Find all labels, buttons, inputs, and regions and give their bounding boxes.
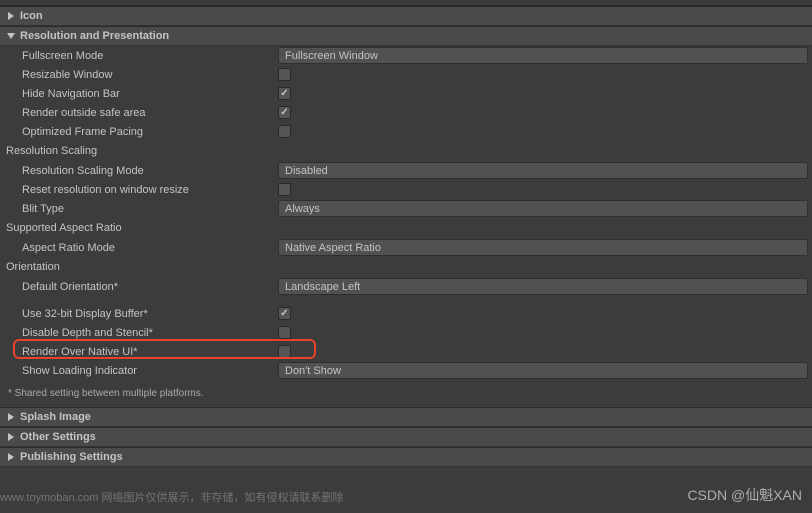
collapse-arrow-icon (6, 11, 16, 21)
section-title: Other Settings (20, 431, 96, 443)
row-disable-depth: Disable Depth and Stencil* (0, 323, 812, 342)
field-label: Resizable Window (22, 69, 278, 81)
row-aspect-ratio-mode: Aspect Ratio Mode Native Aspect Ratio (0, 238, 812, 257)
row-res-scaling-mode: Resolution Scaling Mode Disabled (0, 161, 812, 180)
shared-footnote: * Shared setting between multiple platfo… (0, 380, 812, 407)
row-blit-type: Blit Type Always (0, 199, 812, 218)
field-label: Reset resolution on window resize (22, 184, 278, 196)
row-render-over-native: Render Over Native UI* (0, 342, 812, 361)
hide-nav-bar-checkbox[interactable] (278, 87, 291, 100)
field-label: Hide Navigation Bar (22, 88, 278, 100)
field-label: Blit Type (22, 203, 278, 215)
reset-res-checkbox[interactable] (278, 183, 291, 196)
row-fullscreen-mode: Fullscreen Mode Fullscreen Window (0, 46, 812, 65)
watermark-toymoban: www.toymoban.com 网络图片仅供展示，非存储，如有侵权请联系删除 (0, 489, 343, 505)
blit-type-dropdown[interactable]: Always (278, 200, 808, 217)
disable-depth-checkbox[interactable] (278, 326, 291, 339)
subheader-orientation: Orientation (0, 257, 812, 277)
section-publishing[interactable]: Publishing Settings (0, 447, 812, 467)
field-label: Disable Depth and Stencil* (22, 327, 278, 339)
watermark-csdn: CSDN @仙魁XAN (687, 485, 802, 505)
field-label: Default Orientation* (22, 281, 278, 293)
section-title: Icon (20, 10, 43, 22)
orientation-dropdown[interactable]: Landscape Left (278, 278, 808, 295)
field-label: Render Over Native UI* (22, 346, 278, 358)
subheader-res-scaling: Resolution Scaling (0, 141, 812, 161)
resizable-window-checkbox[interactable] (278, 68, 291, 81)
row-reset-res: Reset resolution on window resize (0, 180, 812, 199)
field-label: Use 32-bit Display Buffer* (22, 308, 278, 320)
field-label: Aspect Ratio Mode (22, 242, 278, 254)
section-title: Resolution and Presentation (20, 30, 169, 42)
aspect-ratio-dropdown[interactable]: Native Aspect Ratio (278, 239, 808, 256)
collapse-arrow-icon (6, 412, 16, 422)
row-optimized-frame: Optimized Frame Pacing (0, 122, 812, 141)
expand-arrow-icon (6, 31, 16, 41)
field-label: Render outside safe area (22, 107, 278, 119)
use-32bit-checkbox[interactable] (278, 307, 291, 320)
fullscreen-mode-dropdown[interactable]: Fullscreen Window (278, 47, 808, 64)
section-icon[interactable]: Icon (0, 6, 812, 26)
row-show-loading: Show Loading Indicator Don't Show (0, 361, 812, 380)
field-label: Show Loading Indicator (22, 365, 278, 377)
row-hide-nav-bar: Hide Navigation Bar (0, 84, 812, 103)
row-resizable-window: Resizable Window (0, 65, 812, 84)
section-title: Publishing Settings (20, 451, 123, 463)
field-label: Resolution Scaling Mode (22, 165, 278, 177)
res-scaling-dropdown[interactable]: Disabled (278, 162, 808, 179)
collapse-arrow-icon (6, 452, 16, 462)
section-other[interactable]: Other Settings (0, 427, 812, 447)
section-title: Splash Image (20, 411, 91, 423)
field-label: Fullscreen Mode (22, 50, 278, 62)
row-render-outside-safe: Render outside safe area (0, 103, 812, 122)
subheader-supported-aspect: Supported Aspect Ratio (0, 218, 812, 238)
render-outside-safe-checkbox[interactable] (278, 106, 291, 119)
field-label: Optimized Frame Pacing (22, 126, 278, 138)
section-resolution[interactable]: Resolution and Presentation (0, 26, 812, 46)
row-default-orientation: Default Orientation* Landscape Left (0, 277, 812, 296)
show-loading-dropdown[interactable]: Don't Show (278, 362, 808, 379)
optimized-frame-checkbox[interactable] (278, 125, 291, 138)
render-over-native-checkbox[interactable] (278, 345, 291, 358)
collapse-arrow-icon (6, 432, 16, 442)
row-use-32bit: Use 32-bit Display Buffer* (0, 304, 812, 323)
section-splash[interactable]: Splash Image (0, 407, 812, 427)
